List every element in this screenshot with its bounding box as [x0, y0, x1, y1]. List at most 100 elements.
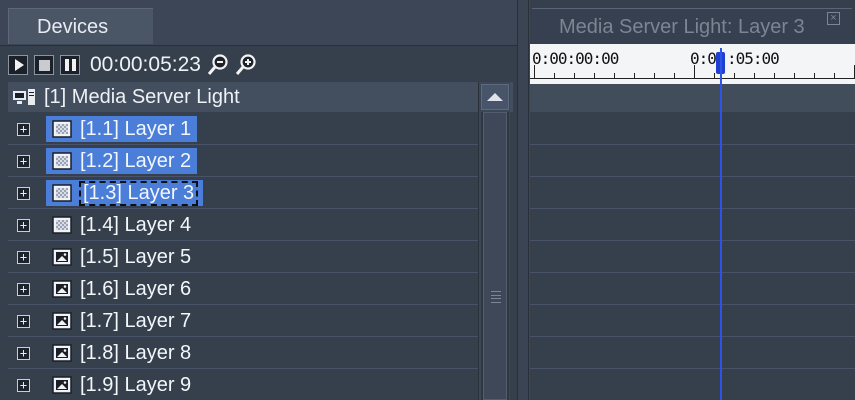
- layer-texture-icon: [52, 120, 72, 138]
- playhead-line[interactable]: [720, 48, 722, 400]
- layer-item[interactable]: [1.8] Layer 8: [46, 340, 197, 366]
- timeline-track-row[interactable]: [530, 305, 855, 337]
- ruler-tick: [654, 73, 655, 79]
- layer-image-icon: [52, 280, 72, 298]
- layer-image-icon: [52, 344, 72, 362]
- expand-plus-icon[interactable]: +: [17, 283, 30, 296]
- layer-label: [1.3] Layer 3: [78, 180, 199, 206]
- layer-item[interactable]: [1.6] Layer 6: [46, 276, 197, 302]
- ruler-tick: [594, 73, 595, 79]
- layer-row[interactable]: + [1.7] Layer 7: [8, 305, 478, 337]
- layer-row[interactable]: + [1.8] Layer 8: [8, 337, 478, 369]
- ruler-tick: [734, 73, 735, 79]
- layer-label: [1.6] Layer 6: [80, 277, 192, 300]
- ruler-label-mid-after: :05:00: [727, 49, 780, 68]
- layer-row[interactable]: + [1.3] Layer 3: [8, 177, 478, 209]
- panel-splitter[interactable]: [517, 0, 529, 400]
- zoom-out-button[interactable]: [207, 53, 229, 77]
- expand-plus-icon[interactable]: +: [17, 315, 30, 328]
- close-icon[interactable]: ×: [827, 12, 840, 25]
- transport-toolbar: 00:00:05:23: [8, 48, 513, 82]
- tab-timeline-layer[interactable]: Media Server Light: Layer 3: [532, 8, 852, 44]
- layer-row[interactable]: + [1.5] Layer 5: [8, 241, 478, 273]
- layer-label: [1.7] Layer 7: [80, 309, 192, 332]
- ruler-tick: [634, 73, 635, 79]
- ruler-tick: [754, 73, 755, 79]
- pause-icon: [64, 59, 76, 71]
- ruler-tick: [694, 65, 695, 79]
- timeline-track-row[interactable]: [530, 273, 855, 305]
- timeline-track-row[interactable]: [530, 209, 855, 241]
- layer-item[interactable]: [1.5] Layer 5: [46, 244, 197, 270]
- layer-row[interactable]: + [1.1] Layer 1: [8, 113, 478, 145]
- devices-panel: Devices 00:00:05:23 [1] Media Server Lig…: [0, 0, 517, 400]
- timeline-track-row[interactable]: [530, 241, 855, 273]
- layer-tree: + [1.1] Layer 1 + [1.2] Layer 2 + [1.3] Layer…: [8, 113, 478, 400]
- ruler-tick: [574, 73, 575, 79]
- timeline-tracks[interactable]: [530, 84, 855, 400]
- expand-plus-icon[interactable]: +: [17, 251, 30, 264]
- ruler-baseline: [530, 78, 855, 79]
- layer-item[interactable]: [1.1] Layer 1: [46, 116, 198, 142]
- layer-item[interactable]: [1.4] Layer 4: [46, 212, 197, 238]
- ruler-tick: [814, 73, 815, 79]
- layer-image-icon: [52, 376, 72, 394]
- timeline-track-row[interactable]: [530, 337, 855, 369]
- server-label: [1] Media Server Light: [44, 85, 240, 108]
- layer-row[interactable]: + [1.2] Layer 2: [8, 145, 478, 177]
- timeline-track-row[interactable]: [530, 113, 855, 145]
- layer-label: [1.9] Layer 9: [80, 373, 192, 396]
- layer-row[interactable]: + [1.6] Layer 6: [8, 273, 478, 305]
- stop-button[interactable]: [34, 55, 54, 75]
- scroll-track[interactable]: [481, 112, 509, 400]
- ruler-tick: [794, 73, 795, 79]
- play-icon: [14, 59, 24, 71]
- play-button[interactable]: [8, 55, 28, 75]
- pause-button[interactable]: [60, 55, 80, 75]
- layer-label: [1.8] Layer 8: [80, 341, 192, 364]
- layer-label: [1.1] Layer 1: [80, 117, 192, 140]
- timeline-panel: Media Server Light: Layer 3 × 0:00:00:00…: [530, 0, 855, 400]
- ruler-tick: [674, 73, 675, 79]
- grip-icon: [491, 291, 501, 303]
- layer-texture-icon: [52, 216, 72, 234]
- layer-texture-icon: [52, 152, 72, 170]
- layer-label: [1.5] Layer 5: [80, 245, 192, 268]
- expand-plus-icon[interactable]: +: [17, 123, 30, 136]
- layer-row[interactable]: + [1.9] Layer 9: [8, 369, 478, 400]
- expand-plus-icon[interactable]: +: [17, 187, 30, 200]
- vertical-scrollbar[interactable]: [478, 82, 510, 400]
- layer-texture-icon: [52, 184, 72, 202]
- devices-tab-bar: Devices: [0, 0, 517, 46]
- layer-row[interactable]: + [1.4] Layer 4: [8, 209, 478, 241]
- tab-devices[interactable]: Devices: [8, 8, 153, 44]
- layer-image-icon: [52, 312, 72, 330]
- layer-item[interactable]: [1.3] Layer 3: [46, 180, 204, 206]
- layer-item[interactable]: [1.2] Layer 2: [46, 148, 198, 174]
- timeline-track-row[interactable]: [530, 145, 855, 177]
- media-server-row[interactable]: [1] Media Server Light: [8, 82, 513, 112]
- arrow-up-icon: [487, 93, 503, 101]
- ruler-tick: [834, 73, 835, 79]
- ruler-tick: [534, 65, 535, 79]
- scroll-thumb[interactable]: [483, 112, 507, 400]
- ruler-tick: [554, 73, 555, 79]
- zoom-in-button[interactable]: [235, 53, 257, 77]
- layer-item[interactable]: [1.9] Layer 9: [46, 372, 197, 398]
- expand-plus-icon[interactable]: +: [17, 347, 30, 360]
- expand-plus-icon[interactable]: +: [17, 155, 30, 168]
- computer-icon: [13, 89, 35, 105]
- ruler-tick: [714, 73, 715, 79]
- timecode-display: 00:00:05:23: [90, 53, 201, 76]
- scroll-up-button[interactable]: [481, 84, 509, 110]
- timeline-track-row[interactable]: [530, 369, 855, 400]
- ruler-label-start: 0:00:00:00: [532, 49, 619, 68]
- expand-plus-icon[interactable]: +: [17, 379, 30, 392]
- timeline-track-row[interactable]: [530, 177, 855, 209]
- layer-label: [1.4] Layer 4: [80, 213, 192, 236]
- layer-image-icon: [52, 248, 72, 266]
- layer-label: [1.2] Layer 2: [80, 149, 192, 172]
- time-ruler[interactable]: 0:00:00:00 0:0 :05:00: [530, 44, 855, 84]
- layer-item[interactable]: [1.7] Layer 7: [46, 308, 197, 334]
- expand-plus-icon[interactable]: +: [17, 219, 30, 232]
